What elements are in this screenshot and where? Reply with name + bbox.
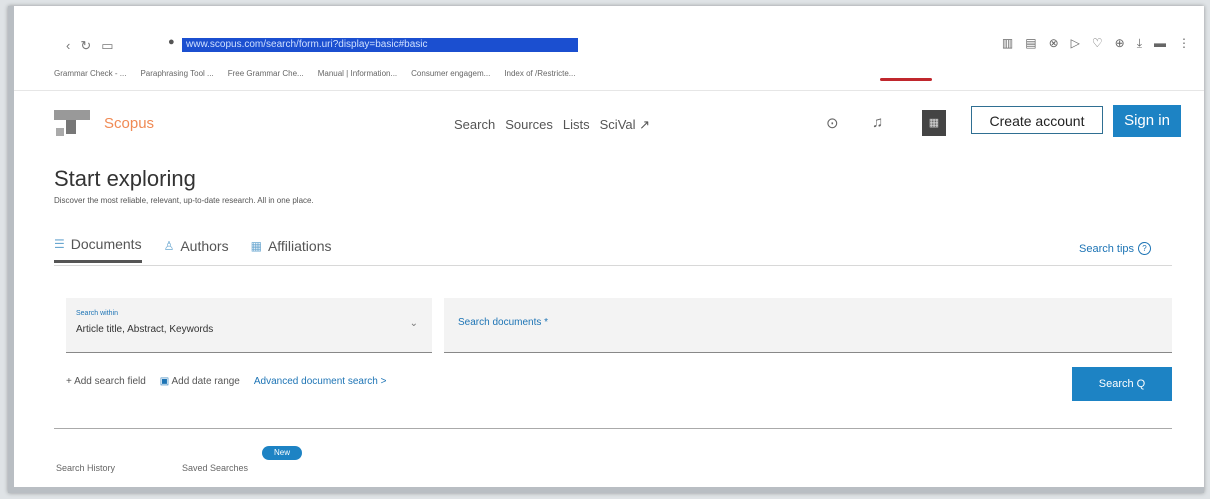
new-badge: New [262, 446, 302, 460]
page-title: Start exploring [54, 166, 196, 191]
add-search-field-link[interactable]: + Add search field [66, 376, 146, 387]
divider [54, 428, 1172, 429]
tab-authors[interactable]: ♙ Authors [164, 236, 229, 263]
divider [14, 90, 1204, 91]
search-tips-label: Search tips [1079, 242, 1135, 255]
help-icon[interactable]: ⊙ [826, 114, 839, 132]
extensions-icon[interactable]: ▥ [1002, 36, 1013, 51]
back-icon[interactable]: ‹ [66, 38, 70, 54]
bookmark-item[interactable]: Index of /Restricte... [504, 69, 575, 78]
bookmarks-bar: Grammar Check - ... Paraphrasing Tool ..… [54, 69, 575, 78]
nav-lists[interactable]: Lists [563, 117, 590, 133]
page-subtitle: Discover the most reliable, relevant, up… [54, 196, 314, 205]
nav-search[interactable]: Search [454, 117, 495, 133]
bookmark-item[interactable]: Manual | Information... [318, 69, 397, 78]
play-icon[interactable]: ▷ [1071, 36, 1080, 51]
search-within-value: Article title, Abstract, Keywords [76, 324, 214, 335]
documents-icon: ☰ [54, 237, 65, 251]
chevron-down-icon: ⌄ [409, 318, 418, 329]
reader-icon[interactable]: ▤ [1025, 36, 1036, 51]
advanced-search-link[interactable]: Advanced document search > [254, 376, 387, 387]
plus-icon: + [66, 376, 75, 387]
search-documents-field[interactable] [444, 298, 1172, 353]
institution-icon[interactable]: ▦ [922, 110, 946, 136]
tab-affiliations[interactable]: ▦ Affiliations [251, 236, 332, 263]
top-nav: Search Sources Lists SciVal ↗ [454, 117, 650, 133]
cube-icon[interactable]: ⊕ [1115, 36, 1125, 51]
nav-sources[interactable]: Sources [505, 117, 553, 133]
nav-scival[interactable]: SciVal ↗ [600, 117, 650, 133]
create-account-button[interactable]: Create account [971, 106, 1103, 134]
browser-toolbar: ▥ ▤ ⊗ ▷ ♡ ⊕ ⤓ ▬ ⋮ [1002, 36, 1190, 51]
bookmark-highlight [880, 78, 932, 81]
search-within-label: Search within [76, 310, 119, 317]
reload-icon[interactable]: ↻ [80, 38, 91, 54]
search-button[interactable]: Search Q [1072, 367, 1172, 401]
heart-icon[interactable]: ♡ [1092, 36, 1103, 51]
search-input[interactable] [456, 316, 1060, 329]
close-icon[interactable]: ⊗ [1049, 36, 1059, 51]
tab-documents[interactable]: ☰ Documents [54, 236, 142, 263]
bookmark-item[interactable]: Paraphrasing Tool ... [140, 69, 213, 78]
search-history-tab[interactable]: Search History [56, 463, 115, 473]
address-bar: ‹ ↻ ▭ ● www.scopus.com/search/form.uri?d… [14, 6, 1204, 64]
saved-searches-tab[interactable]: Saved Searches [182, 463, 248, 473]
divider [54, 265, 1172, 266]
bookmark-item[interactable]: Grammar Check - ... [54, 69, 126, 78]
download-icon[interactable]: ⤓ [1137, 36, 1142, 51]
sign-in-button[interactable]: Sign in [1113, 105, 1181, 137]
affiliation-icon: ▦ [250, 238, 262, 253]
search-tabs: ☰ Documents ♙ Authors ▦ Affiliations [54, 236, 332, 263]
brand-name[interactable]: Scopus [104, 115, 154, 132]
tabs-icon[interactable]: ▭ [101, 38, 113, 54]
menu-icon[interactable]: ⋮ [1178, 36, 1190, 51]
search-tips-link[interactable]: Search tips ? [1079, 242, 1152, 255]
tab-label: Authors [180, 237, 229, 254]
tab-label: Documents [70, 236, 142, 252]
bell-icon[interactable]: ♫ [872, 114, 883, 131]
bookmark-item[interactable]: Consumer engagem... [411, 69, 490, 78]
add-field-label: Add search field [74, 376, 146, 387]
tab-label: Affiliations [267, 237, 332, 254]
search-within-select[interactable]: Search within Article title, Abstract, K… [66, 298, 432, 353]
browser-nav: ‹ ↻ ▭ [66, 38, 114, 54]
battery-icon[interactable]: ▬ [1154, 36, 1166, 51]
add-date-label: Add date range [171, 376, 240, 387]
browser-window: ‹ ↻ ▭ ● www.scopus.com/search/form.uri?d… [8, 6, 1204, 493]
lock-icon[interactable]: ● [168, 36, 175, 48]
elsevier-logo[interactable] [52, 108, 92, 138]
author-icon: ♙ [163, 238, 175, 253]
url-field[interactable]: www.scopus.com/search/form.uri?display=b… [182, 38, 578, 52]
question-icon: ? [1138, 242, 1152, 255]
bookmark-item[interactable]: Free Grammar Che... [228, 69, 304, 78]
add-date-range-link[interactable]: ▣ Add date range [160, 376, 240, 387]
calendar-icon: ▣ [159, 376, 172, 387]
search-actions: + Add search field ▣ Add date range Adva… [66, 376, 386, 387]
